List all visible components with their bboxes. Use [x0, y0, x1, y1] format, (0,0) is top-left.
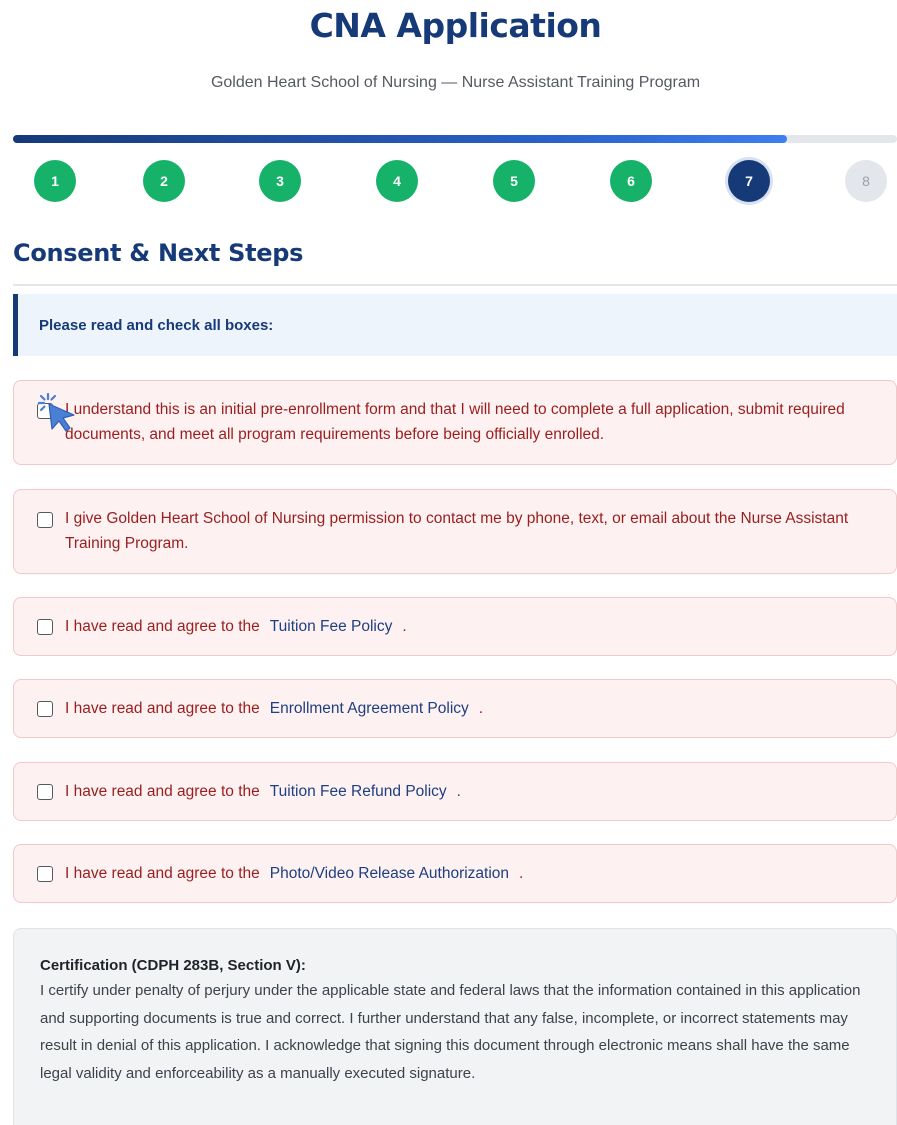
consent-agree-suffix: . [456, 783, 461, 800]
consent-contact-permission[interactable]: I give Golden Heart School of Nursing pe… [13, 489, 897, 574]
step-1[interactable]: 1 [34, 160, 76, 202]
consent-agree-suffix: . [478, 700, 484, 717]
consent-contact-permission-text: I give Golden Heart School of Nursing pe… [65, 510, 849, 552]
step-5[interactable]: 5 [493, 160, 535, 202]
step-3[interactable]: 3 [259, 160, 301, 202]
page-subtitle: Golden Heart School of Nursing — Nurse A… [210, 74, 701, 91]
consent-enrollment-agreement-checkbox[interactable] [37, 701, 53, 717]
consent-contact-permission-checkbox[interactable] [37, 512, 53, 528]
certification-text: I certify under penalty of perjury under… [40, 982, 861, 1082]
tuition-fee-policy-link[interactable]: Tuition Fee Policy [270, 614, 393, 639]
consent-photo-video-release-checkbox[interactable] [37, 866, 53, 882]
tuition-fee-refund-policy-link[interactable]: Tuition Fee Refund Policy [270, 779, 447, 804]
certification-title: Certification (CDPH 283B, Section V): [40, 957, 306, 974]
section-title: Consent & Next Steps [13, 239, 304, 267]
consent-agree-prefix: I have read and agree to the [65, 783, 260, 800]
consent-agree-suffix: . [519, 865, 524, 882]
consent-tuition-refund[interactable]: I have read and agree to the Tuition Fee… [13, 762, 897, 821]
section-divider [13, 284, 897, 286]
cna-application-page: CNA Application Golden Heart School of N… [0, 0, 897, 1125]
progress-bar [13, 135, 897, 143]
step-indicator: 1 2 3 4 5 6 7 8 [0, 160, 897, 204]
page-title: CNA Application [309, 6, 602, 45]
certification-box: Certification (CDPH 283B, Section V): I … [13, 928, 897, 1125]
consent-photo-video-release[interactable]: I have read and agree to the Photo/Video… [13, 844, 897, 903]
consent-agree-prefix: I have read and agree to the [65, 618, 260, 635]
enrollment-agreement-policy-link[interactable]: Enrollment Agreement Policy [270, 696, 469, 721]
instruction-callout: Please read and check all boxes: [13, 294, 897, 356]
consent-agree-suffix: . [402, 618, 407, 635]
consent-pre-enrollment[interactable]: I understand this is an initial pre-enro… [13, 380, 897, 465]
hand-pointer-click-icon [37, 392, 75, 432]
photo-video-release-link[interactable]: Photo/Video Release Authorization [270, 861, 509, 886]
step-6[interactable]: 6 [610, 160, 652, 202]
progress-bar-fill [13, 135, 787, 143]
consent-tuition-fee-policy-checkbox[interactable] [37, 619, 53, 635]
consent-tuition-refund-checkbox[interactable] [37, 784, 53, 800]
consent-tuition-fee-policy[interactable]: I have read and agree to the Tuition Fee… [13, 597, 897, 656]
consent-enrollment-agreement[interactable]: I have read and agree to the Enrollment … [13, 679, 897, 738]
consent-agree-prefix: I have read and agree to the [65, 700, 260, 717]
step-4[interactable]: 4 [376, 160, 418, 202]
step-8: 8 [845, 160, 887, 202]
step-2[interactable]: 2 [143, 160, 185, 202]
consent-pre-enrollment-text: I understand this is an initial pre-enro… [65, 401, 845, 443]
consent-agree-prefix: I have read and agree to the [65, 865, 260, 882]
step-7[interactable]: 7 [728, 160, 770, 202]
